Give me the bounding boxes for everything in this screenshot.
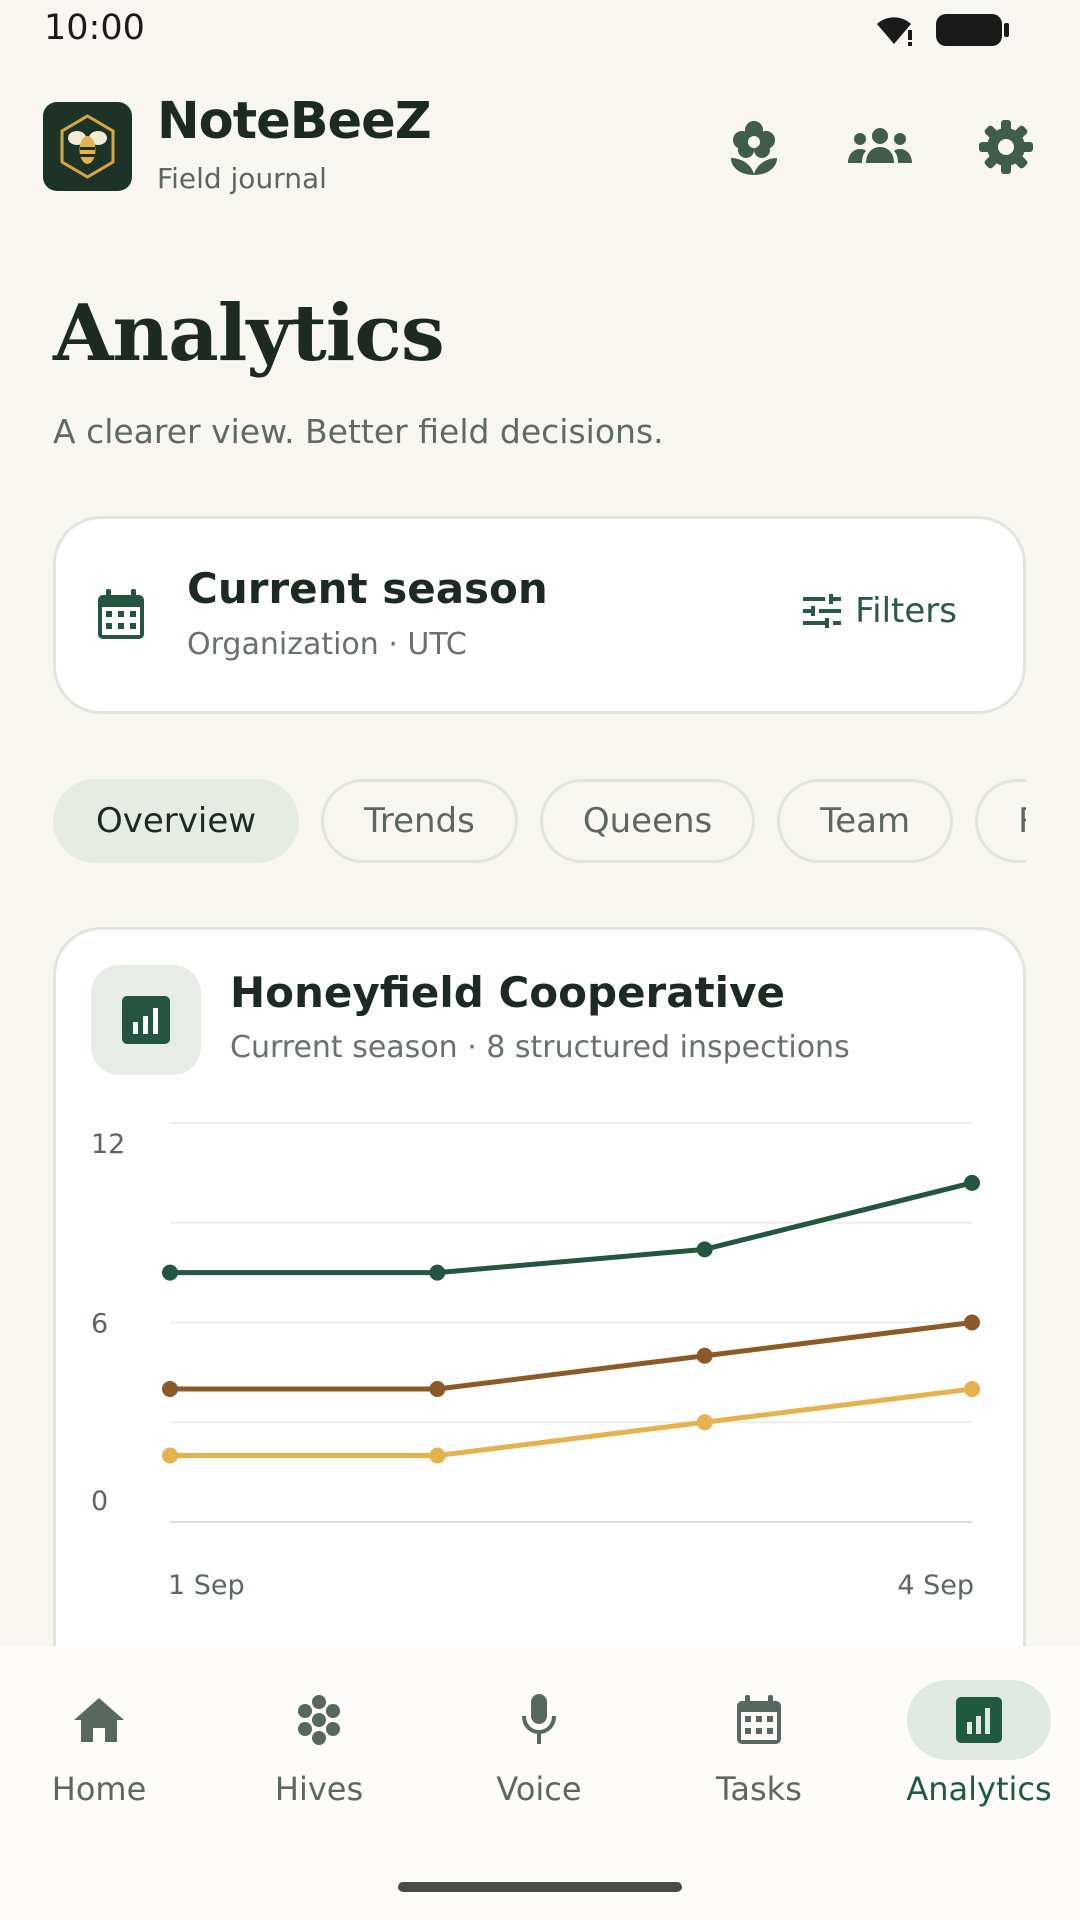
status-time: 10:00: [44, 8, 145, 48]
calendar-icon: [98, 589, 144, 639]
line-chart: 12 6 0 1 Sep 4 Sep: [91, 1122, 980, 1666]
page-title: Analytics: [53, 288, 445, 379]
data-point: [696, 1414, 713, 1431]
app-logo: [43, 102, 132, 191]
battery-icon: [936, 14, 1009, 46]
nav-analytics-label: Analytics: [906, 1770, 1052, 1808]
app-subtitle: Field journal: [157, 162, 327, 195]
garden-button[interactable]: [719, 112, 789, 182]
filters-button[interactable]: Filters: [803, 591, 957, 631]
gear-icon: [979, 120, 1033, 174]
calendar-icon: [737, 1695, 781, 1744]
tab-trends[interactable]: Trends: [321, 779, 518, 863]
data-point: [696, 1241, 713, 1258]
data-point: [162, 1264, 178, 1281]
flower-icon: [731, 121, 777, 175]
y-tick-label: 0: [91, 1486, 108, 1517]
season-subtitle: Organization · UTC: [187, 627, 467, 662]
data-point: [429, 1264, 446, 1281]
nav-tasks-label: Tasks: [716, 1770, 802, 1808]
nav-voice-label: Voice: [496, 1770, 582, 1808]
series-line-1: [170, 1180, 973, 1276]
data-point: [162, 1381, 178, 1397]
analytics-icon: [956, 1697, 1002, 1743]
y-tick-label: 6: [91, 1309, 108, 1340]
tune-icon: [803, 594, 842, 628]
page-subtitle: A clearer view. Better field decisions.: [53, 412, 664, 451]
hive-icon: [298, 1695, 340, 1745]
analytics-tabs: Overview Trends Queens Team Re: [53, 779, 1026, 863]
home-icon: [74, 1698, 124, 1742]
x-tick-label: 1 Sep: [168, 1570, 245, 1601]
filters-label: Filters: [855, 591, 957, 631]
series-line-2: [170, 1320, 973, 1392]
settings-button[interactable]: [971, 112, 1041, 182]
data-point: [696, 1347, 713, 1364]
data-point: [964, 1314, 980, 1331]
app-name: NoteBeeZ: [157, 92, 432, 151]
nav-home[interactable]: Home: [9, 1680, 189, 1820]
nav-analytics[interactable]: Analytics: [889, 1680, 1069, 1820]
bee-logo-icon: [60, 114, 115, 179]
tab-team[interactable]: Team: [777, 779, 954, 863]
nav-hives[interactable]: Hives: [229, 1680, 409, 1820]
nav-home-label: Home: [51, 1770, 147, 1808]
tab-queens[interactable]: Queens: [539, 779, 756, 863]
x-tick-label: 4 Sep: [897, 1570, 974, 1601]
season-card[interactable]: Current season Organization · UTC Filter…: [53, 516, 1026, 714]
data-point: [429, 1447, 446, 1464]
bottom-navigation: Home Hives Voice Tasks Analytics: [0, 1646, 1080, 1920]
data-point: [964, 1174, 980, 1191]
wifi-icon: [877, 17, 912, 46]
nav-voice[interactable]: Voice: [449, 1680, 629, 1820]
app-bar: NoteBeeZ Field journal: [0, 90, 1080, 210]
season-title: Current season: [187, 564, 548, 613]
y-tick-label: 12: [91, 1129, 125, 1160]
nav-hives-label: Hives: [274, 1770, 364, 1808]
team-button[interactable]: [845, 112, 915, 182]
nav-tasks[interactable]: Tasks: [669, 1680, 849, 1820]
home-indicator: [398, 1882, 682, 1892]
data-point: [964, 1381, 980, 1397]
tab-reports[interactable]: Re: [975, 779, 1026, 863]
group-icon: [848, 128, 912, 163]
microphone-icon: [522, 1694, 556, 1744]
tab-overview[interactable]: Overview: [53, 779, 300, 863]
data-point: [162, 1447, 178, 1464]
data-point: [429, 1381, 446, 1397]
status-bar: 10:00: [0, 0, 1080, 60]
